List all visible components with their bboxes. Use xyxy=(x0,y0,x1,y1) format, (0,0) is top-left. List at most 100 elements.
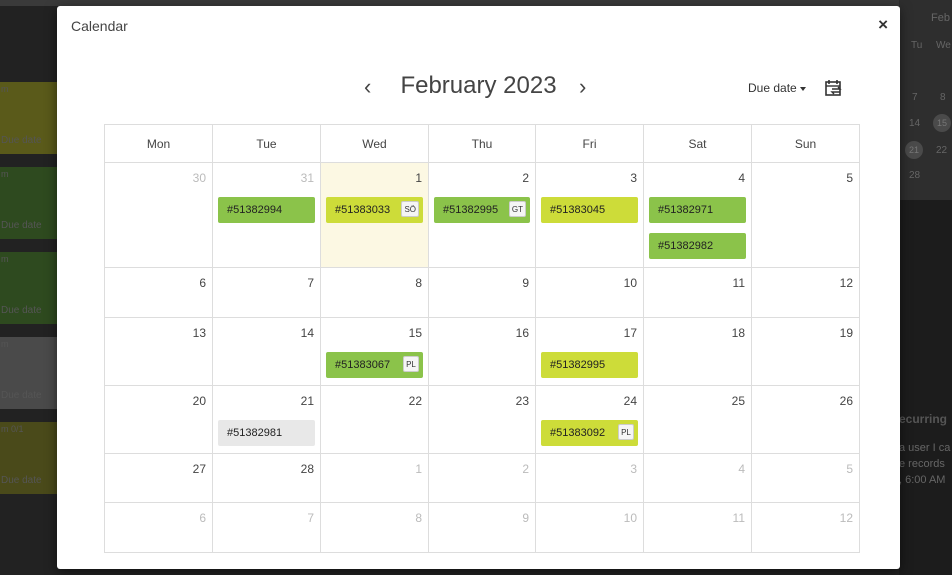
day-cell[interactable]: 1 xyxy=(320,453,429,503)
day-cell[interactable]: 3 #51383045 xyxy=(535,162,644,268)
day-number: 19 xyxy=(839,326,853,340)
calendar-sync-icon[interactable] xyxy=(824,78,844,98)
day-number: 11 xyxy=(732,276,745,290)
day-number: 24 xyxy=(623,394,637,408)
day-number: 26 xyxy=(839,394,853,408)
week-row: 6 7 8 9 10 11 12 xyxy=(104,267,860,318)
day-cell[interactable]: 12 xyxy=(751,267,860,318)
day-cell[interactable]: 5 xyxy=(751,453,860,503)
modal-title: Calendar xyxy=(71,18,128,34)
day-number: 6 xyxy=(199,276,206,290)
event-chip[interactable]: #51383033 SÖ xyxy=(326,197,423,223)
day-cell[interactable]: 24 #51383092 PL xyxy=(535,385,644,454)
day-number: 22 xyxy=(408,394,422,408)
day-number: 2 xyxy=(522,171,529,185)
week-row: 27 28 1 2 3 4 5 xyxy=(104,453,860,503)
day-cell[interactable]: 30 xyxy=(104,162,213,268)
event-chip[interactable]: #51382981 xyxy=(218,420,315,446)
event-chip[interactable]: #51382995 GT xyxy=(434,197,530,223)
day-cell[interactable]: 14 xyxy=(212,317,321,386)
bg-mini-day: 28 xyxy=(909,170,921,181)
caret-down-icon xyxy=(799,86,806,91)
assignee-badge: PL xyxy=(403,356,419,372)
day-cell[interactable]: 18 xyxy=(643,317,752,386)
day-number: 14 xyxy=(300,326,314,340)
bg-recurring-text: a user I ca xyxy=(899,442,951,454)
event-chip[interactable]: #51382995 xyxy=(541,352,638,378)
day-number: 17 xyxy=(623,326,637,340)
day-cell[interactable]: 7 xyxy=(212,502,321,553)
day-cell[interactable]: 16 xyxy=(428,317,536,386)
day-cell[interactable]: 7 xyxy=(212,267,321,318)
day-cell[interactable]: 22 xyxy=(320,385,429,454)
day-cell[interactable]: 15 #51383067 PL xyxy=(320,317,429,386)
day-cell[interactable]: 27 xyxy=(104,453,213,503)
day-number: 1 xyxy=(415,171,422,185)
day-number: 9 xyxy=(522,276,529,290)
event-chip[interactable]: #51382982 xyxy=(649,233,746,259)
bg-mini-day-selected: 21 xyxy=(905,141,923,159)
event-label: #51382994 xyxy=(227,204,283,216)
day-number: 2 xyxy=(522,462,529,476)
due-date-dropdown[interactable]: Due date xyxy=(748,81,806,95)
day-cell[interactable]: 19 xyxy=(751,317,860,386)
day-cell-today[interactable]: 1 #51383033 SÖ xyxy=(320,162,429,268)
event-label: #51383045 xyxy=(550,204,606,216)
bg-mini-day: 8 xyxy=(940,92,946,103)
day-cell[interactable]: 3 xyxy=(535,453,644,503)
day-cell[interactable]: 6 xyxy=(104,267,213,318)
next-month-button[interactable]: › xyxy=(579,76,586,98)
day-cell[interactable]: 25 xyxy=(643,385,752,454)
event-chip[interactable]: #51383067 PL xyxy=(326,352,423,378)
day-cell[interactable]: 10 xyxy=(535,267,644,318)
bg-card: m Due date xyxy=(0,167,58,239)
assignee-badge: GT xyxy=(508,201,526,217)
day-cell[interactable]: 31 #51382994 xyxy=(212,162,321,268)
day-cell[interactable]: 13 xyxy=(104,317,213,386)
day-number: 7 xyxy=(307,511,314,525)
day-cell[interactable]: 17 #51382995 xyxy=(535,317,644,386)
day-cell[interactable]: 20 xyxy=(104,385,213,454)
event-chip[interactable]: #51383045 xyxy=(541,197,638,223)
event-label: #51382981 xyxy=(227,427,283,439)
day-cell[interactable]: 8 xyxy=(320,267,429,318)
weekday-header: Tue xyxy=(212,124,321,163)
day-cell[interactable]: 23 xyxy=(428,385,536,454)
week-row: 20 21 #51382981 22 23 24 #51383092 PL 25 26 xyxy=(104,385,860,454)
bg-card: m Due date xyxy=(0,252,58,324)
calendar-modal: Calendar × ‹ February 2023 › Due date Mo… xyxy=(57,6,900,569)
day-cell[interactable]: 11 xyxy=(643,267,752,318)
weekday-header: Sat xyxy=(643,124,752,163)
event-label: #51382995 xyxy=(550,359,606,371)
day-cell[interactable]: 2 #51382995 GT xyxy=(428,162,536,268)
close-icon[interactable]: × xyxy=(878,16,888,34)
day-cell[interactable]: 8 xyxy=(320,502,429,553)
day-number: 8 xyxy=(415,511,422,525)
day-number: 7 xyxy=(307,276,314,290)
event-chip[interactable]: #51383092 PL xyxy=(541,420,638,446)
day-cell[interactable]: 9 xyxy=(428,502,536,553)
day-cell[interactable]: 28 xyxy=(212,453,321,503)
event-chip[interactable]: #51382994 xyxy=(218,197,315,223)
day-number: 11 xyxy=(732,511,745,525)
bg-card: m Due date xyxy=(0,337,58,409)
day-cell[interactable]: 4 xyxy=(643,453,752,503)
day-cell[interactable]: 10 xyxy=(535,502,644,553)
day-cell[interactable]: 4 #51382971 #51382982 xyxy=(643,162,752,268)
event-label: #51382995 xyxy=(443,204,499,216)
event-chip[interactable]: #51382971 xyxy=(649,197,746,223)
bg-mini-day: 7 xyxy=(912,92,918,103)
day-cell[interactable]: 6 xyxy=(104,502,213,553)
day-number: 3 xyxy=(630,171,637,185)
day-number: 12 xyxy=(839,511,853,525)
day-cell[interactable]: 2 xyxy=(428,453,536,503)
day-cell[interactable]: 12 xyxy=(751,502,860,553)
day-cell[interactable]: 9 xyxy=(428,267,536,318)
calendar-grid: Mon Tue Wed Thu Fri Sat Sun 30 31 #51382994 1 #513… xyxy=(104,124,860,553)
day-cell[interactable]: 11 xyxy=(643,502,752,553)
day-cell[interactable]: 26 xyxy=(751,385,860,454)
day-cell[interactable]: 21 #51382981 xyxy=(212,385,321,454)
bg-mini-day: 14 xyxy=(909,118,921,129)
day-cell[interactable]: 5 xyxy=(751,162,860,268)
bg-mini-day: 22 xyxy=(936,145,948,156)
